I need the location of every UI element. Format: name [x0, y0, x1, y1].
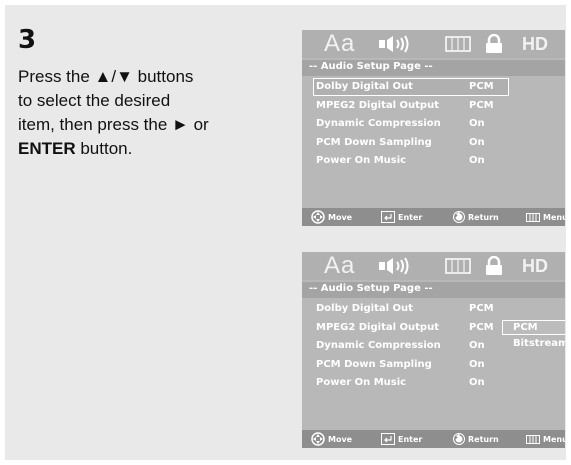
osd-footer-bar: Move Enter Return Menu: [302, 208, 565, 226]
display-icon: [445, 30, 471, 58]
footer-move-label: Move: [328, 212, 353, 222]
menu-item-pcm-down-sampling[interactable]: PCM Down Sampling On: [302, 134, 565, 153]
menu-item-label: Dolby Digital Out: [316, 303, 413, 314]
footer-menu-label: Menu: [543, 212, 565, 222]
lock-icon: [485, 252, 503, 280]
menu-item-label: PCM Down Sampling: [316, 358, 432, 370]
instruction-line-3: item, then press the ► or: [18, 115, 209, 134]
menu-icon: [526, 434, 540, 444]
osd-page-title: -- Audio Setup Page --: [309, 283, 433, 294]
hd-icon: HD: [522, 255, 548, 276]
footer-enter-label: Enter: [398, 434, 423, 444]
footer-move: Move: [311, 430, 352, 448]
footer-move-label: Move: [328, 434, 353, 444]
footer-enter-label: Enter: [398, 212, 423, 222]
menu-item-pcm-down-sampling[interactable]: PCM Down Sampling On: [302, 356, 565, 375]
step-instructions: Press the ▲/▼ buttons to select the desi…: [18, 65, 278, 161]
enter-keyword: ENTER: [18, 139, 76, 158]
osd-icon-bar: Aa HD: [302, 30, 565, 58]
menu-item-label: PCM Down Sampling: [316, 136, 432, 148]
menu-item-value: On: [469, 136, 485, 148]
menu-item-dolby-digital-out[interactable]: Dolby Digital Out PCM: [302, 300, 565, 319]
menu-item-power-on-music[interactable]: Power On Music On: [302, 374, 565, 393]
footer-menu: Menu: [526, 430, 565, 448]
language-icon: Aa: [324, 30, 356, 57]
menu-item-label: Power On Music: [316, 155, 407, 166]
menu-item-label: MPEG2 Digital Output: [316, 99, 439, 111]
menu-item-value: PCM: [469, 321, 494, 333]
footer-move: Move: [311, 208, 352, 226]
footer-return: Return: [453, 208, 499, 226]
instruction-line-1: Press the ▲/▼ buttons: [18, 67, 194, 86]
osd-page-title: -- Audio Setup Page --: [309, 61, 433, 72]
footer-enter: Enter: [381, 430, 422, 448]
menu-item-label: Dynamic Compression: [316, 340, 441, 351]
display-icon: [445, 252, 471, 280]
footer-menu-label: Menu: [543, 434, 565, 444]
footer-return: Return: [453, 430, 499, 448]
menu-item-value: On: [469, 377, 485, 388]
osd-page-header: -- Audio Setup Page --: [302, 60, 565, 76]
menu-icon: [526, 212, 540, 222]
menu-item-label: MPEG2 Digital Output: [316, 321, 439, 333]
menu-item-value: PCM: [469, 99, 494, 111]
osd-screen-audio-setup-submenu: Aa HD -- Audio Setup Page -- Dolby Digit…: [302, 252, 565, 448]
osd-footer-bar: Move Enter Return Menu: [302, 430, 565, 448]
osd-page-header: -- Audio Setup Page --: [302, 282, 565, 298]
return-icon: [453, 211, 465, 223]
menu-item-value: PCM: [469, 303, 494, 314]
instruction-line-4: ENTER button.: [18, 137, 278, 161]
enter-key-icon: [381, 211, 395, 223]
menu-item-label: Power On Music: [316, 377, 407, 388]
menu-item-label: Dynamic Compression: [316, 118, 441, 129]
step-number: 3: [18, 25, 37, 55]
menu-item-dynamic-compression[interactable]: Dynamic Compression On: [302, 115, 565, 134]
menu-item-value: On: [469, 118, 485, 129]
audio-speaker-icon: [378, 30, 414, 58]
menu-item-value: On: [469, 358, 485, 370]
osd-menu-list: Dolby Digital Out PCM MPEG2 Digital Outp…: [302, 78, 565, 171]
footer-menu: Menu: [526, 208, 565, 226]
return-icon: [453, 433, 465, 445]
enter-key-icon: [381, 433, 395, 445]
menu-item-power-on-music[interactable]: Power On Music On: [302, 152, 565, 171]
footer-return-label: Return: [468, 434, 499, 444]
menu-item-value: On: [469, 155, 485, 166]
submenu-option-pcm[interactable]: PCM: [502, 320, 565, 335]
footer-return-label: Return: [468, 212, 499, 222]
menu-item-label: Dolby Digital Out: [316, 81, 413, 92]
menu-item-mpeg2-digital-output[interactable]: MPEG2 Digital Output PCM: [302, 97, 565, 116]
instruction-line-2: to select the desired: [18, 91, 171, 110]
manual-page: 3 Press the ▲/▼ buttons to select the de…: [5, 5, 566, 460]
footer-enter: Enter: [381, 208, 422, 226]
osd-icon-bar: Aa HD: [302, 252, 565, 280]
move-dpad-icon: [311, 432, 325, 446]
submenu-option-bitstream[interactable]: Bitstream: [502, 337, 565, 352]
language-icon: Aa: [324, 252, 356, 279]
hd-icon: HD: [522, 33, 548, 54]
osd-screen-audio-setup: Aa HD -- Audio Setup Page -- Dolby Digit…: [302, 30, 565, 226]
dolby-digital-submenu: PCM Bitstream: [502, 320, 565, 354]
menu-item-dolby-digital-out[interactable]: Dolby Digital Out PCM: [302, 78, 565, 97]
menu-item-value: PCM: [469, 81, 494, 92]
audio-speaker-icon: [378, 252, 414, 280]
lock-icon: [485, 30, 503, 58]
move-dpad-icon: [311, 210, 325, 224]
menu-item-value: On: [469, 340, 485, 351]
instruction-line-4-rest: button.: [75, 139, 133, 158]
